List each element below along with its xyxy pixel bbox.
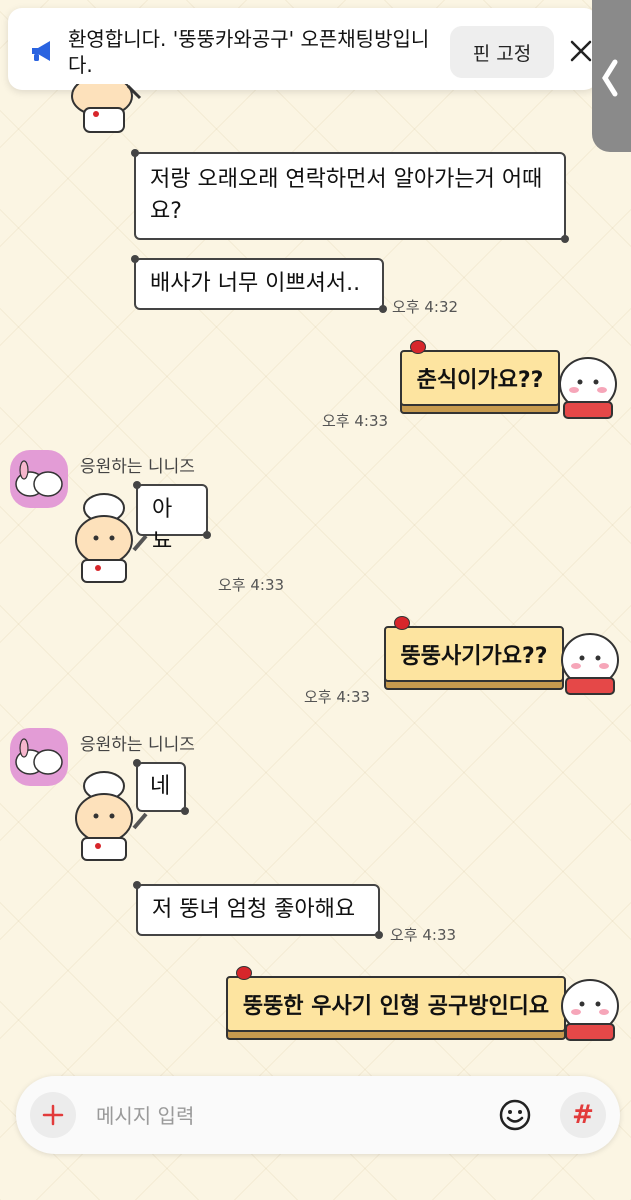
cherry-decoration [236, 966, 252, 980]
avatar[interactable] [10, 728, 68, 786]
message-time: 오후 4:33 [218, 576, 285, 594]
plus-icon [42, 1104, 64, 1126]
profile-image [15, 738, 63, 775]
megaphone-icon [32, 41, 50, 61]
emoji-icon[interactable] [496, 1096, 534, 1134]
hashtag-button[interactable]: # [560, 1092, 606, 1138]
message-time: 오후 4:33 [390, 926, 457, 944]
character-sticker [559, 357, 617, 419]
chevron-left-icon [602, 59, 618, 97]
chat-bubble[interactable]: 네 [133, 759, 189, 815]
sender-name: 응원하는 니니즈 [80, 457, 195, 477]
chat-bubble[interactable]: 배사가 너무 이쁘셔서.. [131, 255, 387, 313]
character-sticker [71, 84, 142, 133]
hash-icon: # [572, 1100, 594, 1130]
message-input[interactable] [94, 1098, 478, 1134]
chat-bubble[interactable]: 저랑 오래오래 연락하먼서 알아가는거 어때요? [131, 149, 569, 243]
profile-image [15, 460, 63, 497]
message-time: 오후 4:33 [304, 688, 371, 706]
add-attachment-button[interactable] [30, 1092, 76, 1138]
character-sticker [561, 979, 619, 1041]
cherry-decoration [394, 616, 410, 630]
message-input-bar: # [16, 1076, 620, 1154]
avatar[interactable] [10, 450, 68, 508]
chat-bubble[interactable]: 아뇨 [133, 481, 211, 554]
character-sticker [561, 633, 619, 695]
pin-button[interactable]: 핀 고정 [450, 26, 554, 78]
message-time: 오후 4:32 [392, 298, 459, 316]
drawer-handle[interactable] [592, 0, 631, 152]
sender-name: 응원하는 니니즈 [80, 735, 195, 755]
cherry-decoration [410, 340, 426, 354]
my-message-bubble[interactable]: 뚱뚱사기가요?? [384, 626, 564, 682]
notice-banner[interactable]: 환영합니다. '뚱뚱카와공구' 오픈채팅방입니다. 핀 고정 [8, 8, 598, 90]
chat-bubble[interactable]: 저 뚱녀 엄청 좋아해요 [133, 881, 383, 939]
my-message-bubble[interactable]: 춘식이가요?? [400, 350, 560, 406]
notice-text: 환영합니다. '뚱뚱카와공구' 오픈채팅방입니다. [68, 27, 430, 77]
message-time: 오후 4:33 [322, 412, 389, 430]
my-message-bubble[interactable]: 뚱뚱한 우사기 인형 공구방인디요 [226, 976, 566, 1032]
